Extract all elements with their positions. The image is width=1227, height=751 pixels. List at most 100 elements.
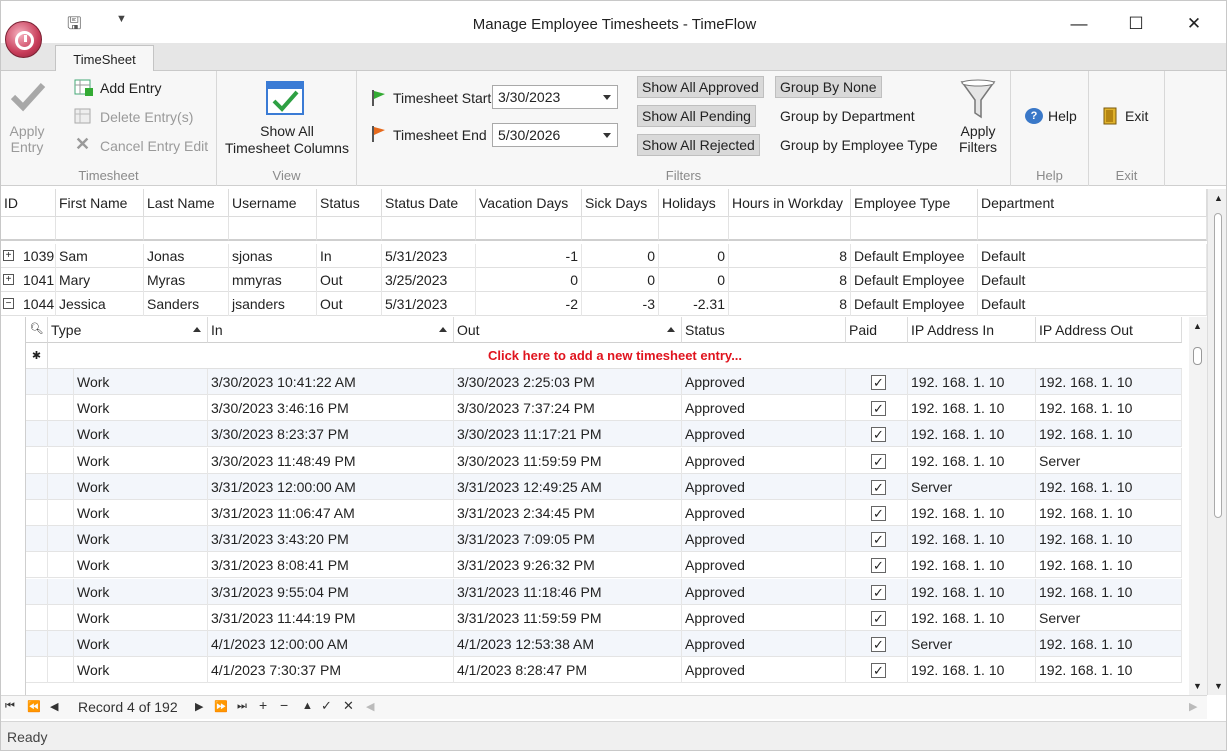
entry-out[interactable]: 3/31/2023 2:34:45 PM	[454, 500, 682, 526]
row-indicator[interactable]	[26, 369, 48, 395]
group-by-department-button[interactable]: Group by Department	[776, 106, 919, 126]
cell-last-name[interactable]: Sanders	[144, 292, 229, 316]
entry-type[interactable]: Work	[74, 473, 208, 500]
cell-hours-in-workday[interactable]: 8	[729, 244, 851, 268]
list-item[interactable]: Work 3/30/2023 8:23:37 PM 3/30/2023 11:17:…	[26, 421, 1182, 448]
col-header-hours-in-workday[interactable]: Hours in Workday	[729, 189, 851, 217]
cell-username[interactable]: sjonas	[229, 244, 317, 268]
row-indicator[interactable]	[26, 500, 48, 526]
entry-status[interactable]: Approved	[682, 578, 846, 605]
entry-ip-in[interactable]: 192. 168. 1. 10	[908, 552, 1036, 579]
last-record-icon[interactable]: ⏭	[237, 700, 247, 713]
list-item[interactable]: Work 3/31/2023 11:44:19 PM 3/31/2023 11:59…	[26, 604, 1182, 631]
detail-col-header-status[interactable]: Status	[682, 317, 846, 343]
entry-in[interactable]: 3/30/2023 3:46:16 PM	[208, 395, 454, 422]
row-indicator[interactable]	[26, 552, 48, 579]
scroll-thumb[interactable]	[1193, 347, 1202, 365]
paid-checkbox[interactable]: ✓	[871, 558, 886, 574]
append-record-icon[interactable]: +	[259, 697, 267, 713]
cell-username[interactable]: mmyras	[229, 268, 317, 292]
entry-type[interactable]: Work	[74, 552, 208, 579]
entry-out[interactable]: 4/1/2023 8:28:47 PM	[454, 657, 682, 684]
edit-record-icon[interactable]: ▲	[302, 700, 313, 712]
entry-out[interactable]: 3/31/2023 11:59:59 PM	[454, 604, 682, 631]
cancel-edit-icon[interactable]: ✕	[343, 698, 354, 714]
detail-col-header-paid[interactable]: Paid	[846, 317, 908, 343]
apply-filters-button[interactable]: Apply Filters	[953, 123, 1003, 155]
entry-status[interactable]: Approved	[682, 473, 846, 500]
detail-col-header-in[interactable]: In	[208, 317, 454, 343]
row-indicator[interactable]	[26, 657, 48, 684]
filter-cell[interactable]	[851, 217, 978, 241]
entry-type[interactable]: Work	[74, 526, 208, 553]
list-item[interactable]: Work 3/31/2023 12:00:00 AM 3/31/2023 12:49…	[26, 473, 1182, 500]
paid-checkbox[interactable]: ✓	[871, 637, 886, 652]
entry-ip-in[interactable]: 192. 168. 1. 10	[908, 500, 1036, 526]
app-menu-button[interactable]	[5, 21, 42, 58]
entry-ip-out[interactable]: 192. 168. 1. 10	[1036, 421, 1182, 448]
entry-ip-in[interactable]: Server	[908, 631, 1036, 657]
list-item[interactable]: Work 3/31/2023 3:43:20 PM 3/31/2023 7:09:0…	[26, 526, 1182, 553]
entry-ip-out[interactable]: 192. 168. 1. 10	[1036, 631, 1182, 657]
entry-ip-out[interactable]: 192. 168. 1. 10	[1036, 395, 1182, 422]
list-item[interactable]: Work 3/31/2023 9:55:04 PM 3/31/2023 11:18:…	[26, 578, 1182, 605]
col-header-status-date[interactable]: Status Date	[382, 189, 476, 217]
cell-status-date[interactable]: 5/31/2023	[382, 244, 476, 268]
filter-cell[interactable]	[144, 217, 229, 241]
cell-sick-days[interactable]: 0	[582, 244, 659, 268]
cancel-entry-edit-button[interactable]: Cancel Entry Edit	[100, 138, 208, 154]
entry-out[interactable]: 3/31/2023 11:18:46 PM	[454, 578, 682, 605]
cell-holidays[interactable]: -2.31	[659, 292, 729, 316]
next-record-icon[interactable]: ▶	[195, 700, 203, 713]
entry-ip-in[interactable]: 192. 168. 1. 10	[908, 395, 1036, 422]
tab-timesheet[interactable]: TimeSheet	[55, 45, 154, 72]
paid-checkbox[interactable]: ✓	[871, 375, 886, 390]
entry-paid[interactable]: ✓	[846, 473, 908, 500]
cell-first-name[interactable]: Mary	[56, 268, 144, 292]
timesheet-end-combo[interactable]: 5/30/2026	[492, 123, 618, 147]
entry-paid[interactable]: ✓	[846, 578, 908, 605]
maximize-button[interactable]: ☐	[1113, 9, 1159, 39]
show-all-columns-button[interactable]: Show All Timesheet Columns	[225, 123, 349, 157]
entry-type[interactable]: Work	[74, 447, 208, 474]
filter-cell[interactable]	[729, 217, 851, 241]
entry-ip-in[interactable]: 192. 168. 1. 10	[908, 369, 1036, 395]
entry-ip-in[interactable]: 192. 168. 1. 10	[908, 421, 1036, 448]
entry-ip-in[interactable]: 192. 168. 1. 10	[908, 657, 1036, 684]
cell-username[interactable]: jsanders	[229, 292, 317, 316]
entry-paid[interactable]: ✓	[846, 421, 908, 448]
entry-in[interactable]: 3/31/2023 11:06:47 AM	[208, 500, 454, 526]
cell-employee-type[interactable]: Default Employee	[851, 244, 978, 268]
entry-ip-in[interactable]: 192. 168. 1. 10	[908, 578, 1036, 605]
row-indicator[interactable]	[26, 631, 48, 657]
list-item[interactable]: Work 3/31/2023 8:08:41 PM 3/31/2023 9:26:3…	[26, 552, 1182, 579]
paid-checkbox[interactable]: ✓	[871, 453, 886, 469]
list-item[interactable]: Work 3/31/2023 11:06:47 AM 3/31/2023 2:34:…	[26, 500, 1182, 526]
scroll-right-icon[interactable]: ▶	[1189, 700, 1197, 713]
row-indicator[interactable]	[26, 421, 48, 448]
collapse-icon[interactable]: −	[3, 298, 14, 309]
scroll-up-icon[interactable]: ▲	[1214, 193, 1223, 203]
exit-button[interactable]: Exit	[1125, 108, 1148, 124]
filter-cell[interactable]	[229, 217, 317, 241]
entry-in[interactable]: 3/31/2023 8:08:41 PM	[208, 552, 454, 579]
entry-ip-in[interactable]: 192. 168. 1. 10	[908, 604, 1036, 631]
entry-ip-out[interactable]: Server	[1036, 604, 1182, 631]
cell-sick-days[interactable]: -3	[582, 292, 659, 316]
show-all-rejected-toggle[interactable]: Show All Rejected	[637, 134, 760, 156]
entry-out[interactable]: 3/31/2023 7:09:05 PM	[454, 526, 682, 553]
cell-id[interactable]: +1039	[1, 244, 56, 268]
table-row[interactable]: −1044 Jessica Sanders jsanders Out 5/31/2023-…	[1, 292, 1207, 316]
entry-paid[interactable]: ✓	[846, 604, 908, 631]
entry-paid[interactable]: ✓	[846, 395, 908, 422]
list-item[interactable]: Work 3/30/2023 3:46:16 PM 3/30/2023 7:37:2…	[26, 395, 1182, 422]
cell-status-date[interactable]: 5/31/2023	[382, 292, 476, 316]
col-header-vacation-days[interactable]: Vacation Days	[476, 189, 582, 217]
col-header-sick-days[interactable]: Sick Days	[582, 189, 659, 217]
paid-checkbox[interactable]: ✓	[871, 427, 886, 443]
cell-first-name[interactable]: Jessica	[56, 292, 144, 316]
row-indicator[interactable]	[26, 447, 48, 474]
entry-in[interactable]: 3/30/2023 8:23:37 PM	[208, 421, 454, 448]
filter-cell[interactable]	[382, 217, 476, 241]
expand-icon[interactable]: +	[3, 250, 14, 261]
